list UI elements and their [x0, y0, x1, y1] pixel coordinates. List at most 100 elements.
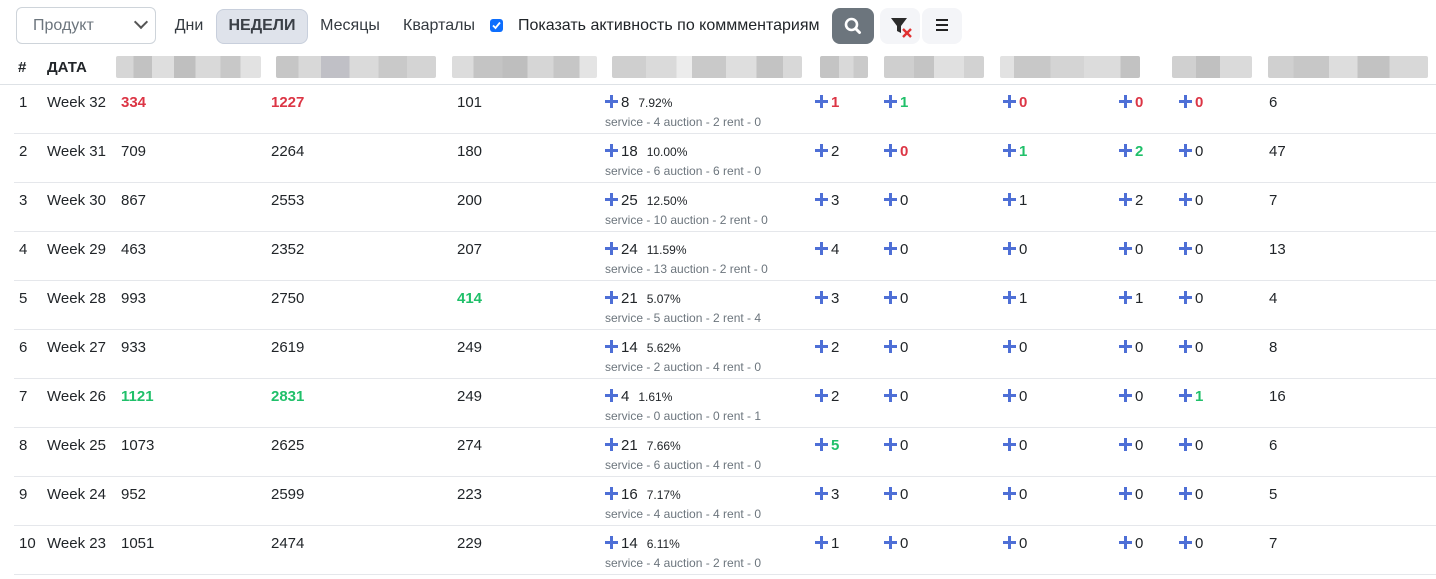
- metric-f[interactable]: 0: [884, 143, 908, 160]
- plus-icon: [884, 144, 897, 157]
- row-date: Week 31: [47, 143, 106, 160]
- metric-h[interactable]: 0: [1119, 437, 1143, 454]
- metric-g[interactable]: 0: [1003, 388, 1027, 405]
- metric-a: 867: [121, 192, 147, 209]
- metric-i[interactable]: 0: [1179, 94, 1203, 111]
- metric-g-value: 1: [1019, 192, 1028, 209]
- metric-f[interactable]: 0: [884, 241, 908, 258]
- metric-i[interactable]: 1: [1179, 388, 1203, 405]
- metric-i[interactable]: 0: [1179, 535, 1203, 552]
- metric-g[interactable]: 0: [1003, 94, 1027, 111]
- metric-f[interactable]: 0: [884, 535, 908, 552]
- metric-i[interactable]: 0: [1179, 143, 1203, 160]
- comments-count[interactable]: 8 7.92%: [605, 94, 672, 111]
- comments-breakdown: service - 5 auction - 2 rent - 4: [605, 311, 762, 325]
- metric-e[interactable]: 2: [815, 388, 839, 405]
- comments-count[interactable]: 18 10.00%: [605, 143, 687, 160]
- metric-i[interactable]: 0: [1179, 437, 1203, 454]
- metric-g[interactable]: 0: [1003, 486, 1027, 503]
- metric-g[interactable]: 0: [1003, 535, 1027, 552]
- plus-icon: [1179, 438, 1192, 451]
- metric-h[interactable]: 0: [1119, 388, 1143, 405]
- comments-count-value: 14: [621, 339, 638, 356]
- comments-count[interactable]: 21 5.07%: [605, 290, 681, 307]
- metric-c: 249: [457, 388, 483, 405]
- plus-icon: [605, 438, 618, 451]
- metric-f[interactable]: 1: [884, 94, 908, 111]
- row-number: 10: [19, 535, 36, 552]
- metric-h[interactable]: 0: [1119, 94, 1143, 111]
- metric-f[interactable]: 0: [884, 192, 908, 209]
- metric-e[interactable]: 5: [815, 437, 839, 454]
- plus-icon: [1119, 536, 1132, 549]
- metric-f[interactable]: 0: [884, 388, 908, 405]
- plus-icon: [815, 291, 828, 304]
- metric-g[interactable]: 1: [1003, 143, 1027, 160]
- comments-count[interactable]: 21 7.66%: [605, 437, 681, 454]
- metric-i[interactable]: 0: [1179, 339, 1203, 356]
- metric-c: 223: [457, 486, 483, 503]
- metric-e-value: 2: [831, 388, 840, 405]
- comments-count-value: 4: [621, 388, 630, 405]
- metric-e[interactable]: 2: [815, 339, 839, 356]
- show-comments-checkbox[interactable]: [490, 19, 503, 32]
- period-quarters-button[interactable]: Кварталы: [394, 9, 484, 44]
- metric-f-value: 0: [900, 535, 909, 552]
- metric-i-value: 0: [1195, 143, 1204, 160]
- metric-g[interactable]: 1: [1003, 192, 1027, 209]
- metric-g[interactable]: 0: [1003, 241, 1027, 258]
- comments-breakdown: service - 4 auction - 2 rent - 0: [605, 115, 762, 129]
- metric-i[interactable]: 0: [1179, 290, 1203, 307]
- period-weeks-button[interactable]: НЕДЕЛИ: [216, 9, 308, 44]
- metric-e[interactable]: 4: [815, 241, 839, 258]
- plus-icon: [815, 438, 828, 451]
- comments-breakdown: service - 13 auction - 2 rent - 0: [605, 262, 768, 276]
- metric-f[interactable]: 0: [884, 437, 908, 454]
- redacted-column-header: [612, 56, 802, 78]
- metric-f[interactable]: 0: [884, 339, 908, 356]
- metric-g[interactable]: 0: [1003, 437, 1027, 454]
- metric-f[interactable]: 0: [884, 486, 908, 503]
- metric-h[interactable]: 2: [1119, 192, 1143, 209]
- search-button[interactable]: [832, 8, 874, 44]
- plus-icon: [1119, 291, 1132, 304]
- metric-g[interactable]: 1: [1003, 290, 1027, 307]
- metric-h[interactable]: 0: [1119, 535, 1143, 552]
- metric-h[interactable]: 0: [1119, 486, 1143, 503]
- period-days-button[interactable]: Дни: [164, 9, 214, 44]
- metric-h[interactable]: 1: [1119, 290, 1143, 307]
- metric-e[interactable]: 3: [815, 486, 839, 503]
- metric-e[interactable]: 3: [815, 192, 839, 209]
- menu-button[interactable]: [922, 8, 962, 44]
- comments-count[interactable]: 14 5.62%: [605, 339, 681, 356]
- comments-count[interactable]: 14 6.11%: [605, 535, 680, 552]
- metric-h[interactable]: 0: [1119, 339, 1143, 356]
- metric-h[interactable]: 2: [1119, 143, 1143, 160]
- metric-e[interactable]: 1: [815, 94, 839, 111]
- comments-percent: 7.17%: [646, 488, 681, 502]
- chevron-down-icon: [133, 14, 149, 30]
- comments-count-value: 8: [621, 94, 630, 111]
- metric-h[interactable]: 0: [1119, 241, 1143, 258]
- metric-f[interactable]: 0: [884, 290, 908, 307]
- row-date: Week 24: [47, 486, 106, 503]
- metric-i-value: 0: [1195, 486, 1204, 503]
- product-select[interactable]: Продукт: [16, 7, 156, 44]
- metric-e[interactable]: 1: [815, 535, 839, 552]
- metric-e-value: 3: [831, 486, 840, 503]
- metric-g[interactable]: 0: [1003, 339, 1027, 356]
- table-row: 1 Week 32 334 1227 101 8 7.92% service - 4 auct…: [14, 85, 1436, 134]
- period-months-button[interactable]: Месяцы: [310, 9, 390, 44]
- comments-count[interactable]: 24 11.59%: [605, 241, 687, 258]
- metric-a: 334: [121, 94, 147, 111]
- clear-filter-button[interactable]: [880, 8, 920, 44]
- plus-icon: [815, 536, 828, 549]
- comments-count[interactable]: 4 1.61%: [605, 388, 672, 405]
- metric-e[interactable]: 3: [815, 290, 839, 307]
- metric-e[interactable]: 2: [815, 143, 839, 160]
- metric-i[interactable]: 0: [1179, 192, 1203, 209]
- metric-i[interactable]: 0: [1179, 486, 1203, 503]
- metric-i[interactable]: 0: [1179, 241, 1203, 258]
- comments-count[interactable]: 16 7.17%: [605, 486, 681, 503]
- comments-count[interactable]: 25 12.50%: [605, 192, 687, 209]
